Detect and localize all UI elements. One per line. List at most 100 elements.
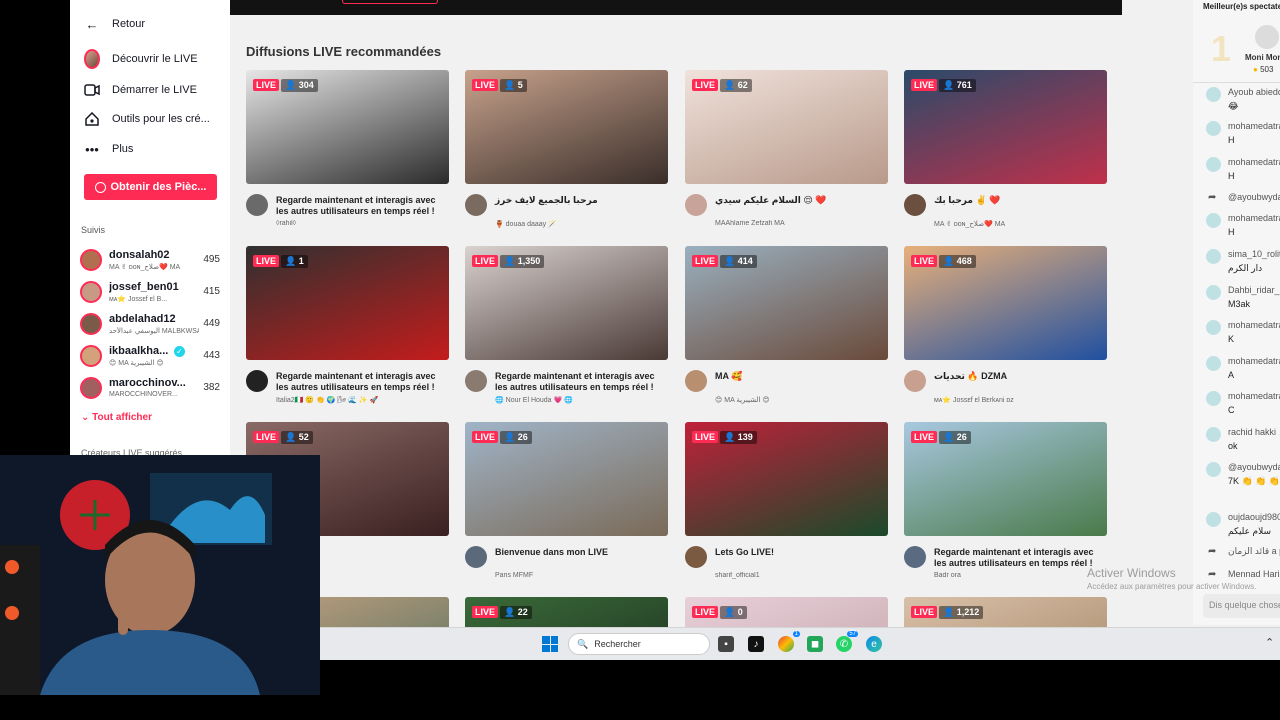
viewer-count: 👤 22 (500, 605, 532, 619)
show-all-link[interactable]: ⌄ Tout afficher (81, 412, 152, 423)
creator-name[interactable]: 🏺 douaa daaay 🪄 (495, 220, 665, 228)
live-thumbnail[interactable]: LIVE 👤 139 (685, 422, 888, 536)
viewer-count-value: 1,212 (956, 606, 980, 617)
top-bar-tab[interactable] (342, 0, 438, 4)
nav-discover-live[interactable]: Découvrir le LIVE (84, 49, 198, 69)
chat-username[interactable]: mohamedatrari (1228, 121, 1280, 131)
creator-name[interactable]: MAAhlame Zefzafi MA (715, 220, 885, 227)
viewer-count-value: 0 (737, 606, 743, 617)
avatar[interactable] (1206, 285, 1221, 300)
avatar[interactable] (1206, 249, 1221, 264)
live-thumbnail[interactable]: LIVE 👤 5 (465, 70, 668, 184)
chevron-up-icon[interactable]: ⌃ (1265, 636, 1274, 649)
nav-creator-tools[interactable]: Outils pour les cré... (84, 111, 210, 127)
following-name: marocchinov... (109, 377, 186, 389)
avatar[interactable] (685, 370, 707, 392)
live-thumbnail[interactable]: LIVE 👤 1,350 (465, 246, 668, 360)
following-item[interactable]: ikbaalkha... ✓ 😊 MA الشيبرية 😊 443 (80, 343, 220, 371)
avatar[interactable] (465, 546, 487, 568)
avatar[interactable] (1206, 121, 1221, 136)
viewer-count: 👤 1,350 (500, 254, 545, 268)
chat-username[interactable]: rachid hakki (1228, 427, 1276, 437)
chat-username[interactable]: mohamedatrari (1228, 213, 1280, 223)
chat-username[interactable]: mohamedatrari (1228, 356, 1280, 366)
avatar[interactable] (904, 194, 926, 216)
creator-name[interactable]: ◊rahil◊ (276, 220, 446, 227)
following-item[interactable]: jossef_ben01 ᴍᴀ⭐ Jᴏssᴇf ᴇl B... 415 (80, 279, 220, 307)
creator-name[interactable]: MA ✌ ᴅᴏɴ_صلاح❤️ MA (934, 220, 1104, 228)
creator-name[interactable]: Paris MFMF (495, 572, 665, 579)
live-thumbnail[interactable]: LIVE 👤 26 (465, 422, 668, 536)
avatar[interactable] (465, 370, 487, 392)
live-title: Regarde maintenant et interagis avec les… (276, 195, 436, 216)
tiktok-icon[interactable]: ♪ (748, 636, 764, 652)
chat-username[interactable]: mohamedatrari (1228, 157, 1280, 167)
live-label: LIVE (472, 79, 499, 91)
avatar[interactable] (1206, 356, 1221, 371)
creator-name[interactable]: ᴍᴀ⭐ Jᴏssᴇf ᴇl Bᴇrkᴀni ᴅᴢ (934, 396, 1104, 404)
following-title: Suivis (81, 225, 106, 235)
store-app-icon[interactable]: ◼ (807, 636, 823, 652)
live-thumbnail[interactable]: LIVE 👤 62 (685, 70, 888, 184)
creator-name[interactable]: Badr ora (934, 572, 1104, 579)
more-dots-icon: ••• (85, 141, 99, 157)
avatar[interactable] (1206, 87, 1221, 102)
get-coins-button[interactable]: Obtenir des Pièc... (84, 174, 217, 200)
nav-start-live[interactable]: Démarrer le LIVE (84, 82, 197, 98)
avatar[interactable] (246, 194, 268, 216)
chat-username[interactable]: mohamedatrari (1228, 391, 1280, 401)
avatar[interactable] (685, 546, 707, 568)
chat-text: دار الكرم (1228, 263, 1263, 273)
chat-username[interactable]: Ayoub abieddass0 (1228, 87, 1280, 97)
live-thumbnail[interactable]: LIVE 👤 26 (904, 422, 1107, 536)
live-thumbnail[interactable]: LIVE 👤 414 (685, 246, 888, 360)
chat-username[interactable]: @ayoubwydad2005 (1228, 462, 1280, 472)
task-view-icon[interactable]: ▪ (718, 636, 734, 652)
edge-icon[interactable]: e (866, 636, 882, 652)
live-thumbnail[interactable]: LIVE 👤 1 (246, 246, 449, 360)
creator-name[interactable]: 🌐 Nour El Houda 💗 🌐 (495, 396, 665, 404)
avatar (80, 345, 102, 367)
avatar[interactable] (1206, 213, 1221, 228)
viewer-count: 443 (203, 350, 220, 361)
avatar[interactable] (1206, 391, 1221, 406)
chat-username[interactable]: oujdaoujd98010 (1228, 512, 1280, 522)
chat-username[interactable]: @ayoubwydad2005 a partagé (1228, 192, 1280, 202)
whatsapp-icon[interactable]: ✆ 57 (836, 631, 858, 652)
chat-username[interactable]: Dahbi_ridar_1 (1228, 285, 1280, 295)
chat-username[interactable]: sima_10_rolita17 (1228, 249, 1280, 259)
avatar[interactable] (904, 370, 926, 392)
live-thumbnail[interactable]: LIVE 👤 761 (904, 70, 1107, 184)
live-thumbnail[interactable]: LIVE 👤 304 (246, 70, 449, 184)
live-badge: LIVE 👤 62 (692, 78, 752, 92)
live-label: LIVE (692, 606, 719, 618)
avatar[interactable] (1206, 462, 1221, 477)
avatar[interactable] (1206, 320, 1221, 335)
back-link[interactable]: ← Retour (84, 16, 146, 32)
avatar[interactable] (465, 194, 487, 216)
nav-more[interactable]: ••• Plus (84, 141, 133, 157)
avatar[interactable] (904, 546, 926, 568)
creator-name[interactable]: 😊 MA الشيبرية 😊 (715, 396, 885, 404)
avatar[interactable] (1206, 427, 1221, 442)
avatar[interactable] (685, 194, 707, 216)
chat-username[interactable]: قائد الزمان a partagé le LIVE (1228, 546, 1280, 557)
chrome-icon[interactable]: 1 (778, 631, 800, 652)
windows-start-icon[interactable] (542, 636, 558, 652)
creator-name[interactable]: Italia2🇮🇹 🙂 👏 🌍 🌬 🌊 ✨ 🚀 (276, 396, 446, 404)
chat-username[interactable]: mohamedatrari (1228, 320, 1280, 330)
taskbar-search[interactable]: 🔍 Rechercher (568, 633, 710, 655)
top-viewer-avatar[interactable] (1255, 25, 1279, 49)
following-item[interactable]: marocchinov... MAROCCHINOVER... 382 (80, 375, 220, 403)
following-item[interactable]: donsalah02 MA ✌ ᴅᴏɴ_صلاح❤️ MA 495 (80, 247, 220, 275)
live-thumbnail[interactable]: LIVE 👤 468 (904, 246, 1107, 360)
person-icon: 👤 (724, 606, 738, 617)
chat-username-text: mohamedatrari (1228, 320, 1280, 330)
avatar[interactable] (1206, 157, 1221, 172)
chat-input[interactable]: Dis quelque chose de sympa (1203, 594, 1280, 618)
avatar[interactable] (1206, 512, 1221, 527)
search-icon: 🔍 (577, 638, 589, 649)
creator-name[interactable]: sharif_official1 (715, 572, 885, 579)
following-item[interactable]: abdelahad12 اليوسفي عبدالأحد MALBKWSA 44… (80, 311, 220, 339)
avatar[interactable] (246, 370, 268, 392)
